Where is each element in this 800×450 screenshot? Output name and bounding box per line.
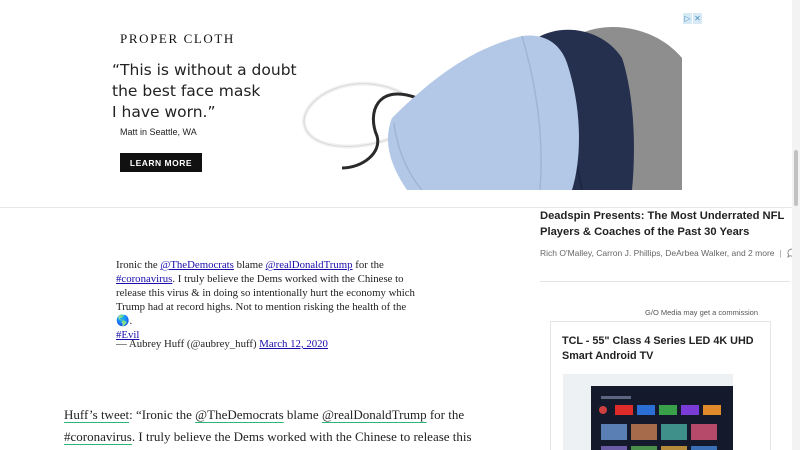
tv-product-image[interactable] xyxy=(563,374,733,450)
scrollbar-thumb[interactable] xyxy=(794,150,798,206)
ad-info-icon[interactable]: ▷ xyxy=(683,13,692,24)
paragraph-text: : “Ironic the xyxy=(129,407,196,422)
tweet-hashtag-link[interactable]: #coronavirus xyxy=(116,273,172,285)
tweet-text-segment: for the xyxy=(352,259,384,271)
sidebar: Deadspin Presents: The Most Underrated N… xyxy=(528,208,800,450)
tweet-date-link[interactable]: March 12, 2020 xyxy=(259,338,328,350)
sidebar-article-title[interactable]: Deadspin Presents: The Most Underrated N… xyxy=(540,208,790,240)
paragraph-text: blame xyxy=(283,407,322,422)
ad-close-icon[interactable]: ✕ xyxy=(693,13,702,24)
tweet-mention-link[interactable]: @TheDemocrats xyxy=(160,259,234,271)
tweet-text-segment: Ironic the xyxy=(116,259,161,271)
sidebar-article-meta: Rich O'Malley, Carron J. Phillips, DeArb… xyxy=(540,248,798,258)
sidebar-divider xyxy=(540,281,790,282)
tweet-mention-link[interactable]: @realDonaldTrump xyxy=(266,259,353,271)
article-content: Ironic the @TheDemocrats blame @realDona… xyxy=(0,208,528,450)
paragraph-text: for the xyxy=(426,407,465,422)
product-card[interactable]: TCL - 55" Class 4 Series LED 4K UHD Smar… xyxy=(550,321,771,450)
tweet-text-segment: blame xyxy=(233,259,266,271)
ad-choices-badge[interactable]: ▷ ✕ xyxy=(683,13,702,24)
commission-disclaimer: G/O Media may get a commission xyxy=(645,308,758,317)
meta-separator: | xyxy=(779,248,782,258)
hashtag-link[interactable]: #coronavirus xyxy=(64,429,132,444)
tweet-author: — Aubrey Huff (@aubrey_huff) xyxy=(116,338,260,350)
tweet-text-segment: . xyxy=(129,315,133,327)
learn-more-button[interactable]: LEARN MORE xyxy=(120,153,202,172)
ad-brand: PROPER CLOTH xyxy=(120,31,235,46)
tweet-byline: — Aubrey Huff (@aubrey_huff) March 12, 2… xyxy=(116,338,328,350)
product-title[interactable]: TCL - 55" Class 4 Series LED 4K UHD Smar… xyxy=(562,334,762,364)
huff-tweet-link[interactable]: Huff’s tweet xyxy=(64,407,129,422)
ad-banner[interactable]: ▷ ✕ PROPER CLOTH “This is without a doub… xyxy=(0,0,800,208)
mention-link[interactable]: @TheDemocrats xyxy=(195,407,284,422)
embedded-tweet: Ironic the @TheDemocrats blame @realDona… xyxy=(116,258,416,342)
mention-link[interactable]: @realDonaldTrump xyxy=(322,407,427,422)
article-paragraph: Huff’s tweet: “Ironic the @TheDemocrats … xyxy=(64,404,474,448)
ad-quote-author: Matt in Seattle, WA xyxy=(120,127,197,137)
globe-emoji-icon: 🌎 xyxy=(116,315,130,327)
paragraph-text: . I truly believe the Dems worked with t… xyxy=(131,429,472,444)
page-scrollbar[interactable] xyxy=(792,0,800,450)
sidebar-article-authors[interactable]: Rich O'Malley, Carron J. Phillips, DeArb… xyxy=(540,248,775,258)
face-masks-image xyxy=(302,26,682,190)
